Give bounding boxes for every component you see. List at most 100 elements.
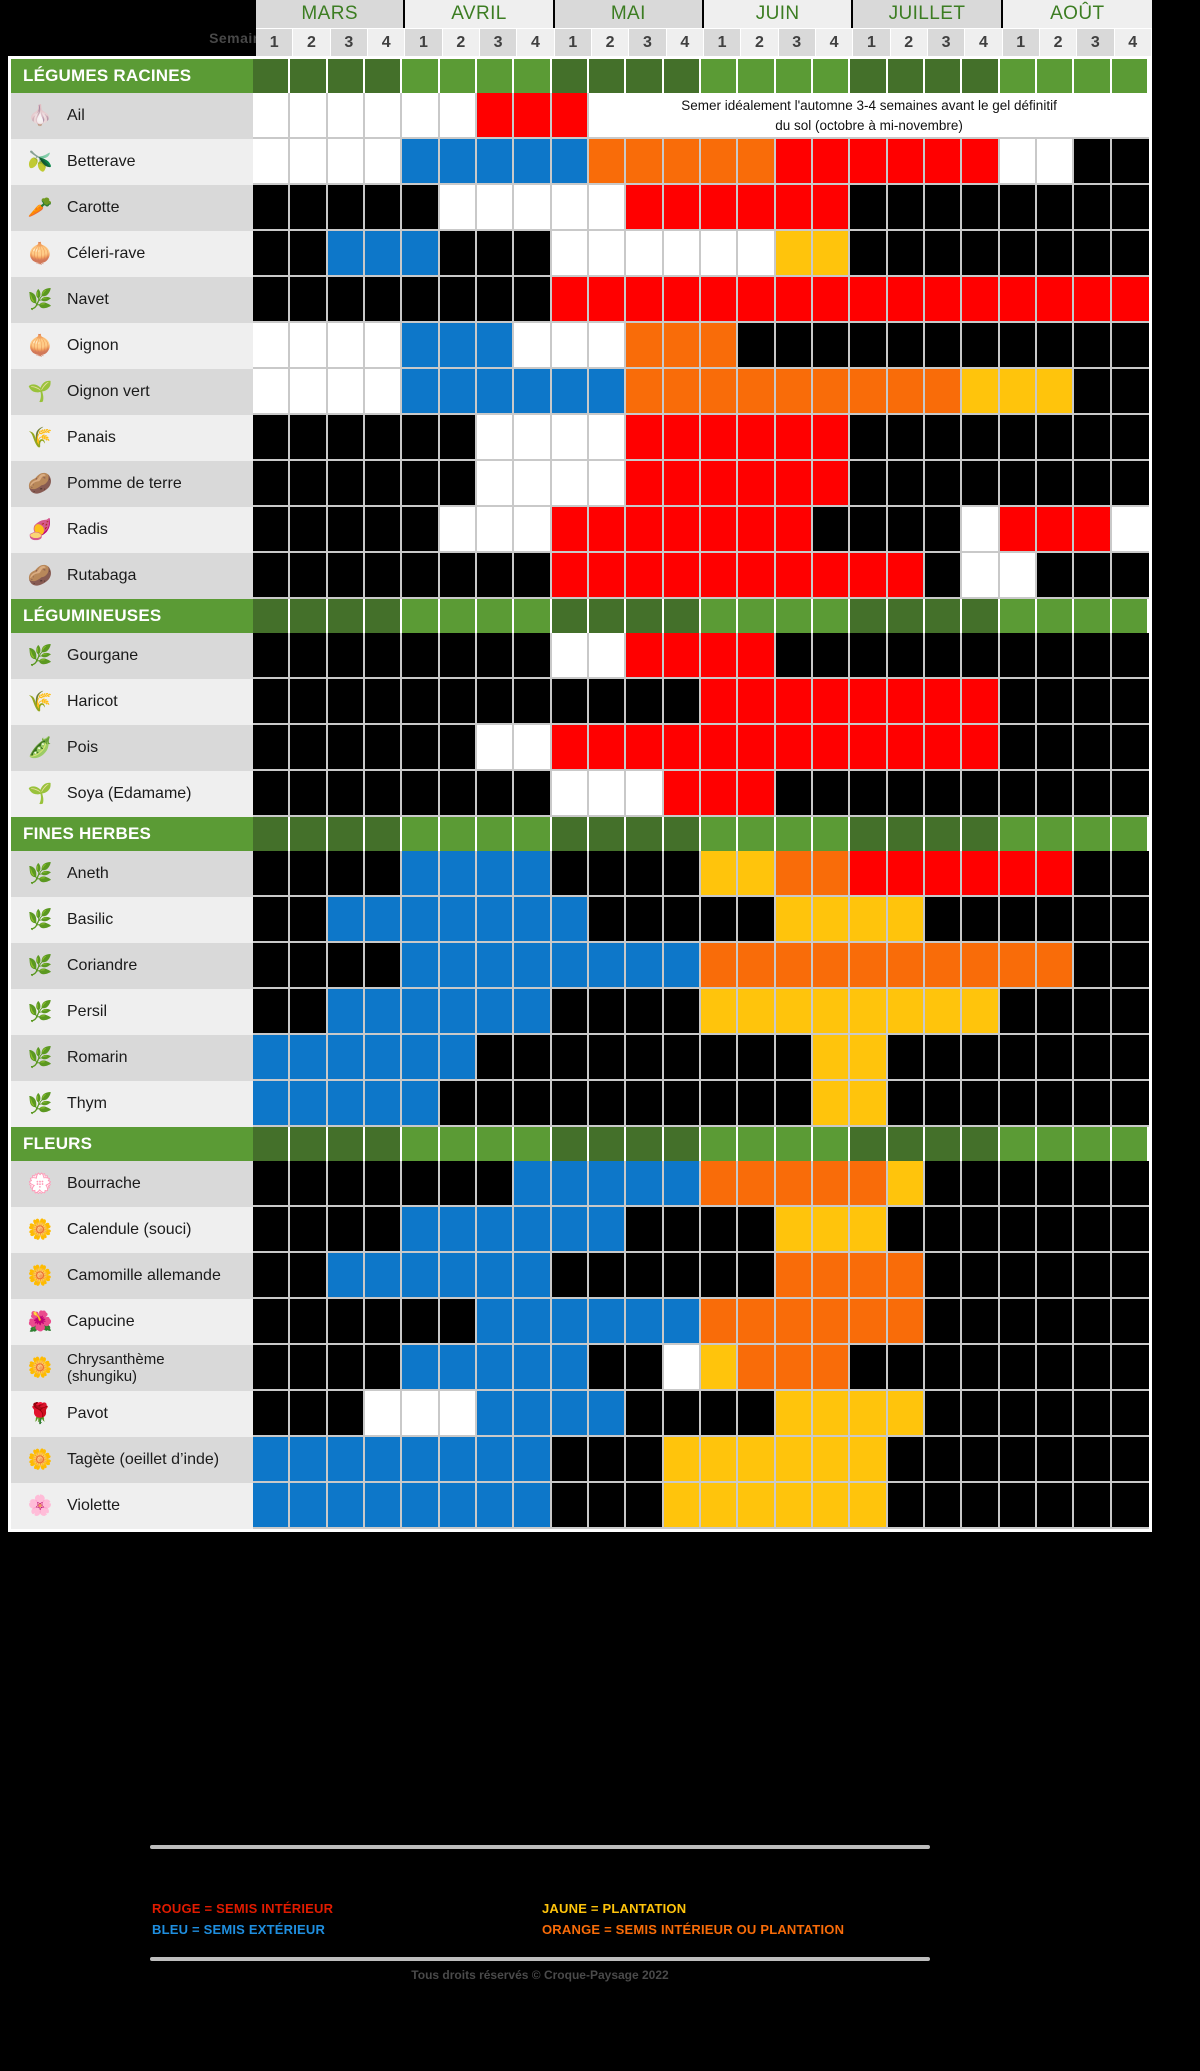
week-cell[interactable] [626, 507, 664, 553]
week-cell[interactable] [477, 93, 515, 139]
week-cell[interactable] [850, 1299, 888, 1345]
week-cell[interactable] [365, 851, 403, 897]
week-cell[interactable] [477, 725, 515, 771]
week-cell[interactable] [1111, 185, 1149, 231]
week-cell[interactable] [701, 185, 739, 231]
week-cell[interactable] [626, 461, 664, 507]
week-cell[interactable] [514, 897, 552, 943]
week-cell[interactable] [1111, 1437, 1149, 1483]
week-cell[interactable] [365, 277, 403, 323]
week-cell[interactable] [402, 897, 440, 943]
week-cell[interactable] [1074, 185, 1112, 231]
week-cell[interactable] [701, 1081, 739, 1127]
week-cell[interactable] [887, 1299, 926, 1345]
week-cell[interactable] [626, 1437, 664, 1483]
week-cell[interactable] [1037, 633, 1075, 679]
week-cell[interactable] [999, 461, 1038, 507]
week-cell[interactable] [477, 139, 515, 185]
week-cell[interactable] [327, 139, 366, 185]
week-cell[interactable] [962, 679, 1000, 725]
week-cell[interactable] [253, 1161, 291, 1207]
week-cell[interactable] [439, 1391, 478, 1437]
week-cell[interactable] [887, 1081, 926, 1127]
week-cell[interactable] [402, 461, 440, 507]
week-cell[interactable] [253, 139, 291, 185]
week-cell[interactable] [327, 185, 366, 231]
week-cell[interactable] [327, 725, 366, 771]
week-cell[interactable] [626, 553, 664, 599]
week-cell[interactable] [514, 1035, 552, 1081]
week-cell[interactable] [365, 93, 403, 139]
week-cell[interactable] [439, 415, 478, 461]
week-cell[interactable] [551, 553, 590, 599]
week-cell[interactable] [1074, 1035, 1112, 1081]
week-cell[interactable] [813, 897, 851, 943]
week-cell[interactable] [439, 231, 478, 277]
week-cell[interactable] [477, 771, 515, 817]
week-cell[interactable] [962, 415, 1000, 461]
week-cell[interactable] [887, 1253, 926, 1299]
week-cell[interactable] [253, 1081, 291, 1127]
week-cell[interactable] [925, 989, 963, 1035]
week-cell[interactable] [701, 139, 739, 185]
week-cell[interactable] [962, 231, 1000, 277]
week-cell[interactable] [775, 323, 814, 369]
week-cell[interactable] [402, 323, 440, 369]
week-cell[interactable] [962, 553, 1000, 599]
week-cell[interactable] [738, 1391, 776, 1437]
week-cell[interactable] [1111, 725, 1149, 771]
week-cell[interactable] [850, 507, 888, 553]
week-cell[interactable] [813, 323, 851, 369]
week-cell[interactable] [701, 507, 739, 553]
week-cell[interactable] [775, 1035, 814, 1081]
week-cell[interactable] [663, 1081, 702, 1127]
week-cell[interactable] [477, 679, 515, 725]
week-cell[interactable] [999, 231, 1038, 277]
week-cell[interactable] [738, 989, 776, 1035]
week-cell[interactable] [813, 1345, 851, 1391]
week-cell[interactable] [551, 231, 590, 277]
week-cell[interactable] [551, 725, 590, 771]
week-cell[interactable] [253, 507, 291, 553]
week-cell[interactable] [925, 1207, 963, 1253]
week-cell[interactable] [813, 507, 851, 553]
week-cell[interactable] [925, 369, 963, 415]
week-cell[interactable] [626, 1345, 664, 1391]
week-cell[interactable] [1074, 897, 1112, 943]
week-cell[interactable] [663, 139, 702, 185]
week-cell[interactable] [477, 897, 515, 943]
week-cell[interactable] [290, 369, 328, 415]
week-cell[interactable] [887, 1483, 926, 1529]
week-cell[interactable] [477, 1207, 515, 1253]
week-cell[interactable] [887, 323, 926, 369]
week-cell[interactable] [999, 1253, 1038, 1299]
week-cell[interactable] [551, 851, 590, 897]
week-cell[interactable] [365, 897, 403, 943]
week-cell[interactable] [850, 633, 888, 679]
week-cell[interactable] [477, 185, 515, 231]
week-cell[interactable] [887, 277, 926, 323]
plant-row[interactable]: 🧅 Céleri-rave [11, 231, 1149, 277]
week-cell[interactable] [1111, 1081, 1149, 1127]
week-cell[interactable] [887, 139, 926, 185]
week-cell[interactable] [514, 93, 552, 139]
week-cell[interactable] [701, 771, 739, 817]
week-cell[interactable] [402, 507, 440, 553]
week-cell[interactable] [589, 1207, 627, 1253]
week-cell[interactable] [551, 1391, 590, 1437]
week-cell[interactable] [589, 679, 627, 725]
week-cell[interactable] [253, 725, 291, 771]
week-cell[interactable] [477, 1437, 515, 1483]
week-cell[interactable] [253, 1207, 291, 1253]
week-cell[interactable] [813, 633, 851, 679]
week-cell[interactable] [365, 1207, 403, 1253]
week-cell[interactable] [850, 553, 888, 599]
week-cell[interactable] [887, 1035, 926, 1081]
week-cell[interactable] [775, 851, 814, 897]
week-cell[interactable] [663, 369, 702, 415]
week-cell[interactable] [290, 989, 328, 1035]
week-cell[interactable] [439, 507, 478, 553]
week-cell[interactable] [365, 369, 403, 415]
week-cell[interactable] [850, 1437, 888, 1483]
week-cell[interactable] [663, 93, 702, 139]
